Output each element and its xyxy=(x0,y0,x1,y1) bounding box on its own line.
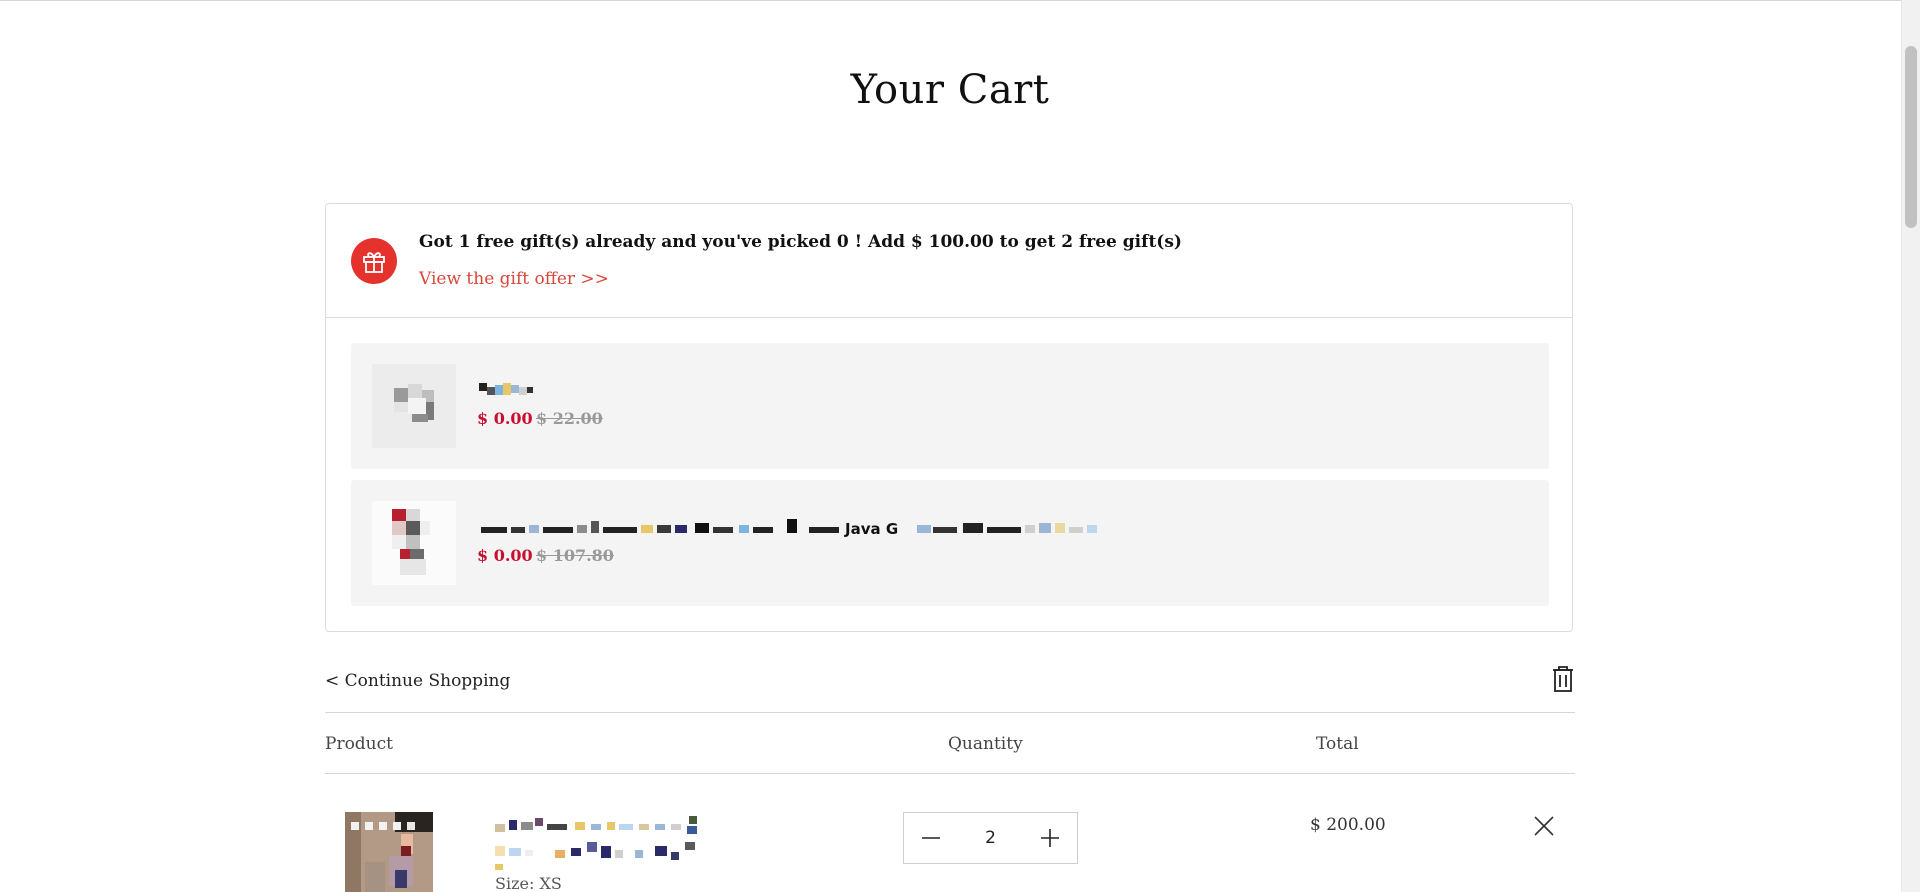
scrollbar[interactable] xyxy=(1901,0,1920,892)
pixelated-name xyxy=(495,816,697,870)
gift-offer-panel: Got 1 free gift(s) already and you've pi… xyxy=(325,203,1573,632)
gift-icon xyxy=(351,238,397,284)
quantity-input[interactable] xyxy=(958,813,1023,863)
column-header-quantity: Quantity xyxy=(948,734,1023,754)
gift-item-original-price: $ 22.00 xyxy=(536,409,603,428)
gift-item-name: Java G xyxy=(477,518,1167,538)
column-header-total: Total xyxy=(1316,734,1359,754)
gift-item-image xyxy=(372,364,456,448)
gift-item-name xyxy=(477,381,537,403)
view-gift-offer-link[interactable]: View the gift offer >> xyxy=(419,268,609,290)
gift-item[interactable]: Java G $ 0.00 $ 107.80 xyxy=(351,480,1549,606)
line-total: $ 200.00 xyxy=(1310,815,1386,835)
page-title: Your Cart xyxy=(850,67,1050,113)
product-name[interactable] xyxy=(495,816,775,881)
minus-icon xyxy=(922,837,940,839)
trash-icon[interactable] xyxy=(1551,665,1575,693)
cart-row: Size: XS $ 200.00 xyxy=(325,774,1575,892)
gift-item-price: $ 0.00 xyxy=(477,546,533,565)
divider xyxy=(325,712,1575,713)
decrease-quantity-button[interactable] xyxy=(904,813,958,863)
gift-item-image xyxy=(372,501,456,585)
column-header-product: Product xyxy=(325,734,393,754)
pixelated-name xyxy=(479,383,533,395)
product-image[interactable] xyxy=(345,812,433,892)
cart-page: Your Cart Got 1 free gift(s) already and… xyxy=(325,0,1575,892)
gift-item-price: $ 0.00 xyxy=(477,409,533,428)
gift-item-name-text: Java G xyxy=(844,520,898,537)
pixelated-name: Java G xyxy=(481,518,1097,538)
quantity-stepper[interactable] xyxy=(903,812,1078,864)
increase-quantity-button[interactable] xyxy=(1023,813,1077,863)
plus-icon xyxy=(1041,829,1059,847)
gift-offer-message: Got 1 free gift(s) already and you've pi… xyxy=(419,232,1182,252)
gift-offer-header: Got 1 free gift(s) already and you've pi… xyxy=(326,204,1572,318)
continue-shopping-link[interactable]: < Continue Shopping xyxy=(325,670,510,692)
scrollbar-thumb[interactable] xyxy=(1905,46,1917,228)
close-icon[interactable] xyxy=(1532,814,1556,838)
gift-item-original-price: $ 107.80 xyxy=(536,546,614,565)
gift-item[interactable]: $ 0.00 $ 22.00 xyxy=(351,343,1549,469)
product-size: Size: XS xyxy=(495,874,562,892)
